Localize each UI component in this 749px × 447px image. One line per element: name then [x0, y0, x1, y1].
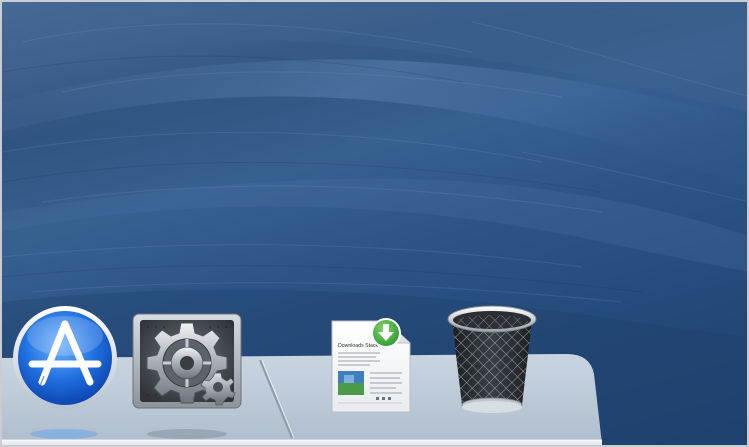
- document-title: Downloads Stack: [338, 343, 378, 349]
- dock-item-app-store[interactable]: [10, 306, 120, 414]
- desktop-screen: Downloads Stack: [0, 0, 749, 447]
- trash-icon: [447, 305, 537, 413]
- gear-icon: [132, 313, 242, 409]
- app-store-icon: [13, 306, 117, 410]
- document-download-icon: Downloads Stack: [331, 318, 411, 413]
- dock-item-downloads-stack[interactable]: Downloads Stack: [330, 313, 412, 413]
- dock-item-system-preferences[interactable]: [132, 313, 242, 409]
- dock-item-trash[interactable]: [444, 303, 540, 417]
